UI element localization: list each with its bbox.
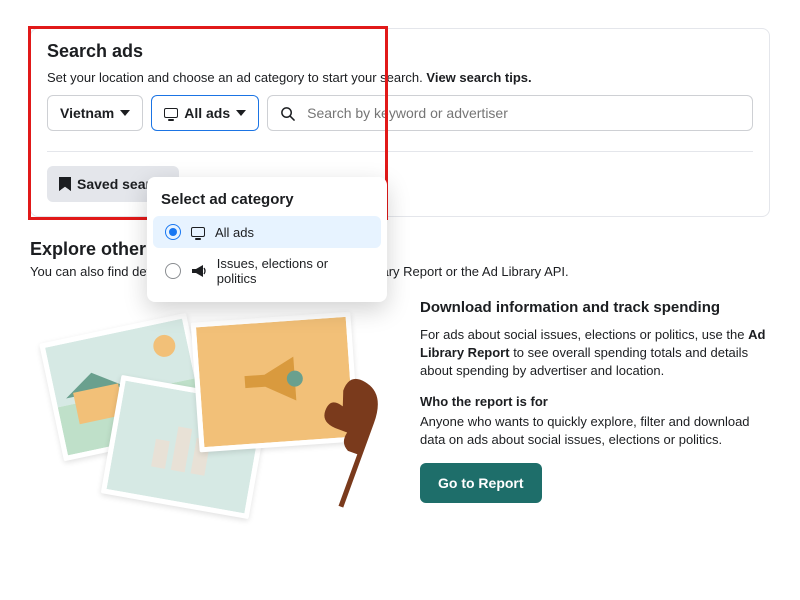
explore-subtext: You can also find detailed ad informatio… (30, 264, 770, 279)
location-select-label: Vietnam (60, 105, 114, 121)
location-select[interactable]: Vietnam (47, 95, 143, 131)
caret-down-icon (120, 110, 130, 116)
search-icon (280, 106, 295, 121)
monitor-icon (191, 227, 205, 237)
bookmark-icon (59, 177, 71, 191)
ad-category-popover-title: Select ad category (147, 187, 387, 216)
saved-search-row: Saved search (31, 152, 769, 216)
tool-who-label: Who the report is for (420, 393, 770, 411)
search-ads-subtext-body: Set your location and choose an ad categ… (47, 70, 426, 85)
ad-category-popover: Select ad category All ads Issues, elect… (147, 177, 387, 302)
radio-icon (165, 263, 181, 279)
ad-category-option-label: Issues, elections or politics (217, 256, 369, 286)
filter-row: Vietnam All ads (31, 95, 769, 151)
explore-heading: Explore other tools (30, 239, 770, 260)
ad-category-option-politics[interactable]: Issues, elections or politics (153, 248, 381, 294)
search-ads-heading: Search ads (31, 29, 769, 70)
ad-category-option-all[interactable]: All ads (153, 216, 381, 248)
tool-who-body: Anyone who wants to quickly explore, fil… (420, 413, 770, 449)
illustration (30, 297, 400, 507)
go-to-report-button[interactable]: Go to Report (420, 463, 542, 503)
explore-section: Explore other tools You can also find de… (30, 239, 770, 507)
ad-category-select[interactable]: All ads (151, 95, 259, 131)
search-input[interactable] (305, 104, 740, 122)
tool-heading: Download information and track spending (420, 299, 770, 316)
search-ads-subtext: Set your location and choose an ad categ… (31, 70, 769, 95)
megaphone-icon (191, 265, 207, 277)
ad-category-select-label: All ads (184, 105, 230, 121)
tool-text: Download information and track spending … (420, 297, 770, 507)
view-search-tips-link[interactable]: View search tips. (426, 70, 531, 85)
caret-down-icon (236, 110, 246, 116)
tool-body-prefix: For ads about social issues, elections o… (420, 327, 748, 342)
radio-icon (165, 224, 181, 240)
search-input-wrap[interactable] (267, 95, 753, 131)
search-ads-card: Search ads Set your location and choose … (30, 28, 770, 217)
ad-category-option-label: All ads (215, 225, 254, 240)
tool-row: Download information and track spending … (30, 297, 770, 507)
tool-body: For ads about social issues, elections o… (420, 326, 770, 381)
monitor-icon (164, 108, 178, 118)
